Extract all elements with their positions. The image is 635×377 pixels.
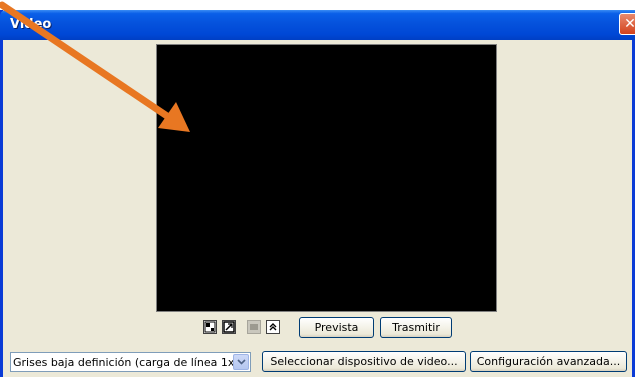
snapshot-icon [247,320,261,334]
advanced-config-button[interactable]: Configuración avanzada... [470,351,627,372]
title-bar[interactable]: Video [0,10,635,40]
select-video-device-button[interactable]: Seleccionar dispositivo de video... [262,351,466,372]
fullscreen-icon[interactable] [222,320,236,334]
close-icon: ✕ [624,16,635,32]
fit-window-icon[interactable] [203,320,217,334]
transmit-button[interactable]: Trasmitir [380,317,452,338]
quality-select-value: Grises baja definición (carga de línea 1… [13,356,239,369]
chevron-down-icon[interactable] [233,354,249,370]
close-button[interactable]: ✕ [619,13,635,35]
collapse-icon[interactable] [266,320,280,334]
preview-button[interactable]: Prevista [299,317,374,338]
video-preview-area [156,44,497,312]
quality-select[interactable]: Grises baja definición (carga de línea 1… [10,352,251,372]
window-title: Video [10,17,52,32]
